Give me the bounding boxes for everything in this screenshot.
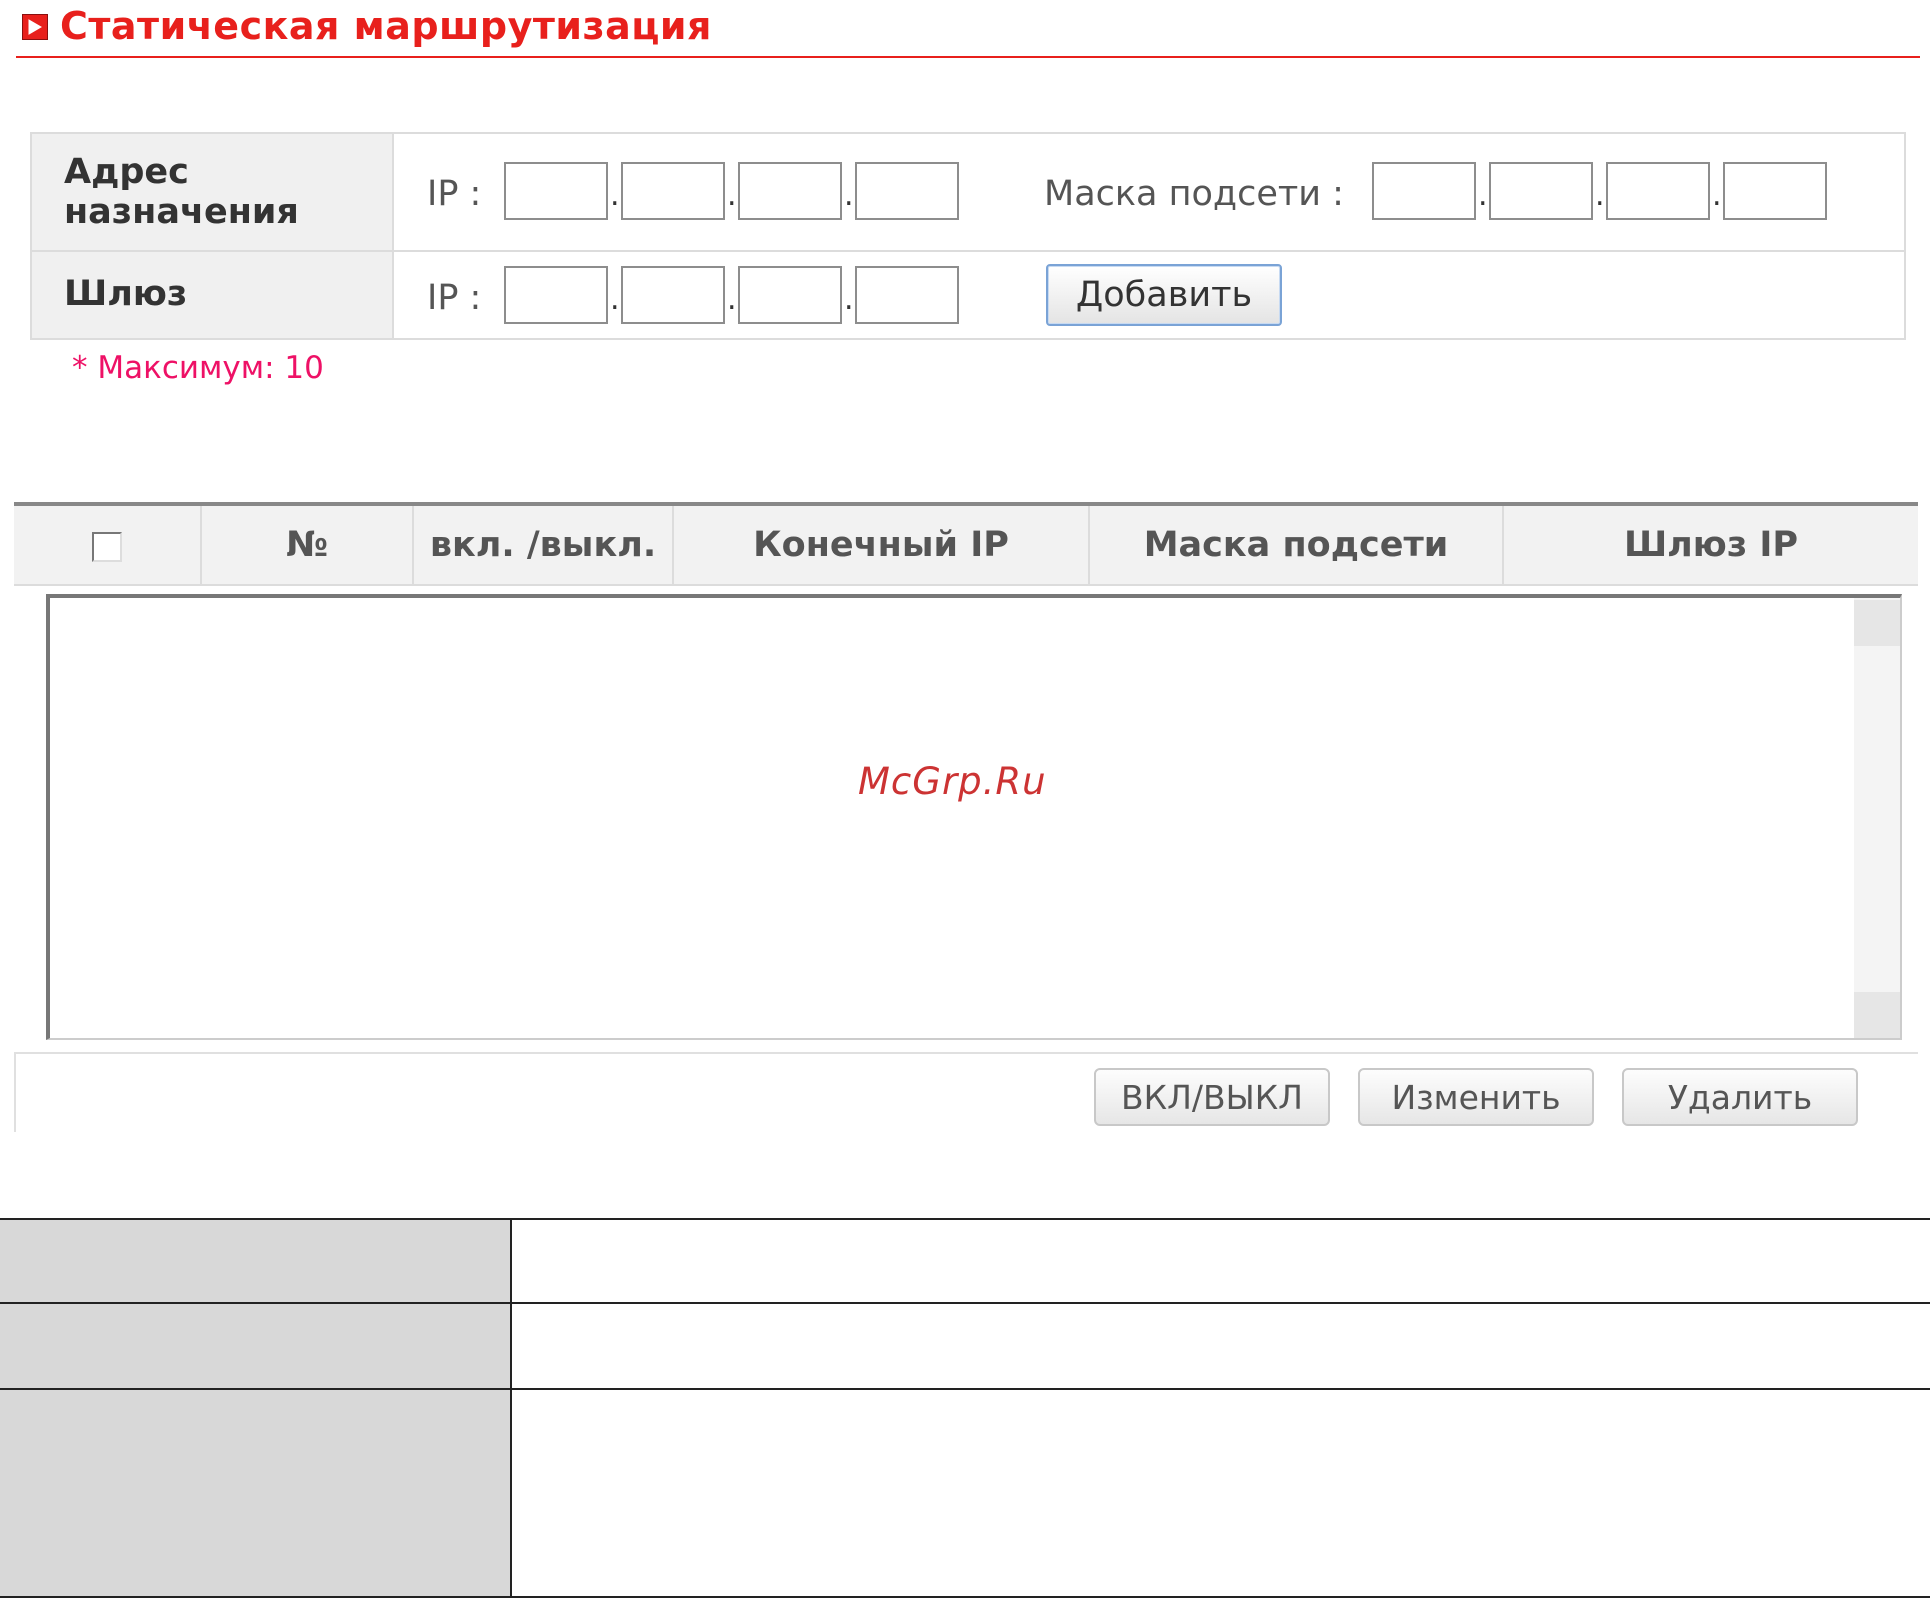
add-button[interactable]: Добавить: [1046, 264, 1282, 326]
subnet-mask-octet-1[interactable]: [1372, 162, 1476, 220]
max-entries-note: * Максимум: 10: [72, 350, 324, 386]
ip-dot: .: [1595, 178, 1605, 213]
description-row-2-label: [0, 1304, 512, 1388]
gateway-ip-octet-2[interactable]: [621, 266, 725, 324]
ip-dot: .: [610, 282, 620, 317]
column-subnet-mask: Маска подсети: [1090, 506, 1504, 584]
description-row-1: [0, 1218, 1930, 1302]
page-header: Статическая маршрутизация: [16, 4, 1920, 58]
delete-button[interactable]: Удалить: [1622, 1068, 1858, 1126]
watermark: McGrp.Ru: [858, 760, 1047, 803]
description-row-3-label: [0, 1390, 512, 1596]
select-all-cell: [14, 506, 202, 584]
column-gateway-ip: Шлюз IP: [1623, 525, 1799, 565]
route-list: № вкл. /выкл. Конечный IP Маска подсети …: [14, 502, 1918, 1132]
page-title: Статическая маршрутизация: [60, 4, 712, 48]
subnet-mask-octet-3[interactable]: [1606, 162, 1710, 220]
gateway-ip-octet-1[interactable]: [504, 266, 608, 324]
ip-dot: .: [1478, 178, 1488, 213]
ip-dot: .: [610, 178, 620, 213]
gateway-row: Шлюз IP : . . . Добавить: [32, 252, 1904, 338]
select-all-checkbox[interactable]: [92, 532, 122, 562]
subnet-mask-label: Маска подсети :: [1044, 174, 1344, 214]
scroll-down-button[interactable]: [1854, 992, 1900, 1038]
ip-dot: .: [844, 282, 854, 317]
destination-ip-label: IP :: [427, 174, 482, 214]
ip-dot: .: [1712, 178, 1722, 213]
destination-ip-octet-4[interactable]: [855, 162, 959, 220]
destination-ip-octet-3[interactable]: [738, 162, 842, 220]
destination-label-line2: назначения: [64, 192, 299, 232]
list-actions: ВКЛ/ВЫКЛ Изменить Удалить: [14, 1052, 1918, 1132]
destination-label-cell: Адрес назначения: [32, 134, 394, 250]
gateway-label-cell: Шлюз: [32, 252, 394, 338]
ip-dot: .: [727, 178, 737, 213]
route-list-box[interactable]: [46, 594, 1902, 1040]
gateway-label: Шлюз: [64, 274, 188, 314]
description-table: [0, 1218, 1930, 1598]
static-route-form: Адрес назначения IP : . . . Маска подсет…: [30, 132, 1906, 340]
ip-dot: .: [844, 178, 854, 213]
description-row-1-label: [0, 1220, 512, 1302]
destination-ip-octet-2[interactable]: [621, 162, 725, 220]
list-header: № вкл. /выкл. Конечный IP Маска подсети …: [14, 506, 1918, 586]
scroll-up-button[interactable]: [1854, 600, 1900, 646]
description-row-2: [0, 1302, 1930, 1388]
column-enabled: вкл. /выкл.: [414, 506, 674, 584]
gateway-ip-label: IP :: [427, 278, 482, 318]
column-destination-ip: Конечный IP: [674, 506, 1090, 584]
edit-button[interactable]: Изменить: [1358, 1068, 1594, 1126]
gateway-ip-octet-3[interactable]: [738, 266, 842, 324]
header-divider: [16, 56, 1920, 58]
column-number: №: [202, 506, 414, 584]
toggle-button[interactable]: ВКЛ/ВЫКЛ: [1094, 1068, 1330, 1126]
list-scrollbar[interactable]: [1854, 598, 1900, 1038]
destination-ip-octet-1[interactable]: [504, 162, 608, 220]
destination-label-line1: Адрес: [64, 152, 189, 192]
ip-dot: .: [727, 282, 737, 317]
description-row-3: [0, 1388, 1930, 1596]
subnet-mask-octet-2[interactable]: [1489, 162, 1593, 220]
gateway-ip-octet-4[interactable]: [855, 266, 959, 324]
subnet-mask-octet-4[interactable]: [1723, 162, 1827, 220]
red-arrow-icon: [22, 14, 48, 40]
destination-row: Адрес назначения IP : . . . Маска подсет…: [32, 134, 1904, 252]
